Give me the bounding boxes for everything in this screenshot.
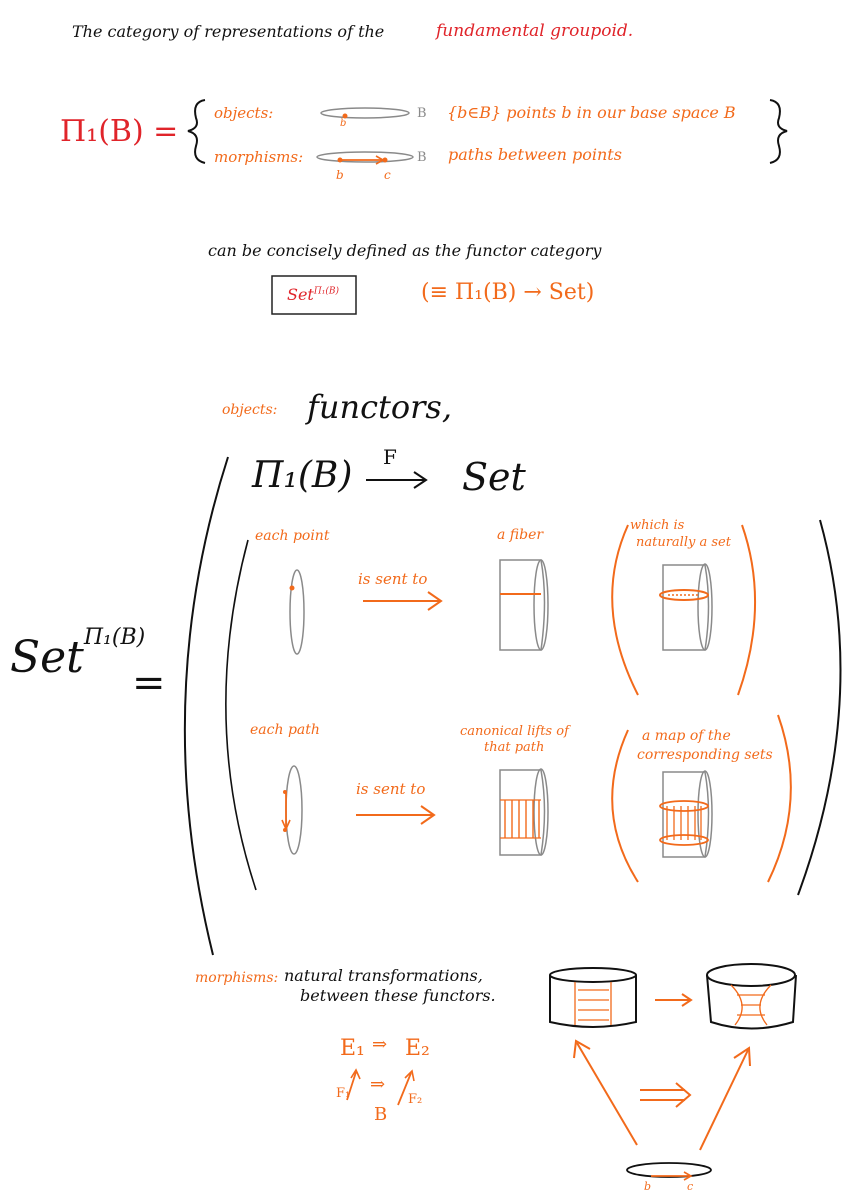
nat-trans-base-ellipse xyxy=(626,1162,712,1178)
objects-point-label: b xyxy=(340,118,347,129)
nat-trans-label: morphisms: xyxy=(195,970,279,986)
morphisms-base-letter: B xyxy=(417,150,427,165)
morphisms-point-c xyxy=(382,157,388,163)
row1-col3-line2: naturally a set xyxy=(636,535,731,550)
f2-label: F₂ xyxy=(408,1092,423,1107)
pi1-symbol: Π₁(B) = xyxy=(60,114,179,149)
functors-objects-label: objects: xyxy=(222,402,278,418)
equiv-expression: (≡ Π₁(B) → Set) xyxy=(421,280,595,305)
diagram-canvas xyxy=(183,99,842,1181)
nat-trans-cylinder-1 xyxy=(549,967,637,1028)
nat-trans-point-b: b xyxy=(644,1180,652,1193)
row1-point xyxy=(289,585,295,591)
inner-left-paren xyxy=(225,539,257,891)
morphisms-point-b xyxy=(337,157,343,163)
small-double-arrow: ⇒ xyxy=(370,1074,386,1095)
row1-paren-left xyxy=(611,524,639,696)
nat-trans-cylinder-2 xyxy=(706,963,797,1030)
morphisms-description: paths between points xyxy=(448,145,622,164)
row1-fiber-cylinder xyxy=(499,559,549,651)
row1-col3-line1: which is xyxy=(630,518,685,533)
e1-e2-arrow: ⇒ xyxy=(372,1034,388,1055)
objects-description: {b∈B} points b in our base space B xyxy=(447,103,736,122)
row2-paren-left xyxy=(611,729,639,883)
concise-text: can be concisely defined as the functor … xyxy=(208,241,602,260)
row2-col2-line1: canonical lifts of xyxy=(460,724,569,739)
row1-col1-label: each point xyxy=(255,528,330,544)
row1-arrow-label: is sent to xyxy=(358,570,428,588)
row2-lifts-cylinder xyxy=(499,768,549,856)
row2-map-cylinder xyxy=(659,770,713,858)
nat-trans-left-arrow xyxy=(576,1042,638,1146)
small-base-label: B xyxy=(374,1104,388,1125)
row2-col1-label: each path xyxy=(250,722,320,738)
functors-text: functors, xyxy=(307,388,452,426)
functor-target: Set xyxy=(462,455,526,499)
objects-base-letter: B xyxy=(417,106,427,121)
nat-trans-line1: natural transformations, xyxy=(284,966,483,985)
objects-label: objects: xyxy=(214,104,274,122)
morphisms-point-b-label: b xyxy=(336,168,344,182)
objects-base-ellipse xyxy=(320,107,410,119)
right-brace xyxy=(769,99,788,164)
functor-source: Π₁(B) xyxy=(252,455,353,496)
row2-paren-right xyxy=(767,714,792,883)
row1-col2-label: a fiber xyxy=(497,527,544,543)
row1-base-ellipse xyxy=(289,569,305,655)
functor-arrow-label: F xyxy=(383,445,397,469)
morphisms-point-c-label: c xyxy=(384,168,391,182)
left-brace xyxy=(187,99,206,164)
set-exponent-lhs: SetΠ₁(B) xyxy=(10,625,146,683)
morphisms-label: morphisms: xyxy=(214,148,304,166)
nat-trans-right-arrow xyxy=(699,1049,749,1151)
row2-arrow-label: is sent to xyxy=(356,780,426,798)
equals-sign: = xyxy=(132,660,166,706)
title-prefix: The category of representations of the xyxy=(72,22,385,41)
f1-label: F₁ xyxy=(336,1086,351,1101)
e2-label: E₂ xyxy=(405,1036,430,1061)
row2-col3-line1: a map of the xyxy=(642,728,731,744)
e1-label: E₁ xyxy=(340,1036,365,1061)
row2-base-ellipse xyxy=(285,765,303,855)
nat-trans-point-c: c xyxy=(687,1180,694,1193)
title-highlight: fundamental groupoid. xyxy=(436,21,634,41)
row1-set-cylinder xyxy=(659,563,713,651)
big-left-paren xyxy=(183,456,229,956)
nat-trans-line2: between these functors. xyxy=(300,986,496,1005)
boxed-set: SetΠ₁(B) xyxy=(287,285,339,304)
row2-col3-line2: corresponding sets xyxy=(637,747,773,763)
inner-right-paren xyxy=(797,519,842,896)
row1-paren-right xyxy=(737,524,756,696)
row2-col2-line2: that path xyxy=(484,740,545,755)
